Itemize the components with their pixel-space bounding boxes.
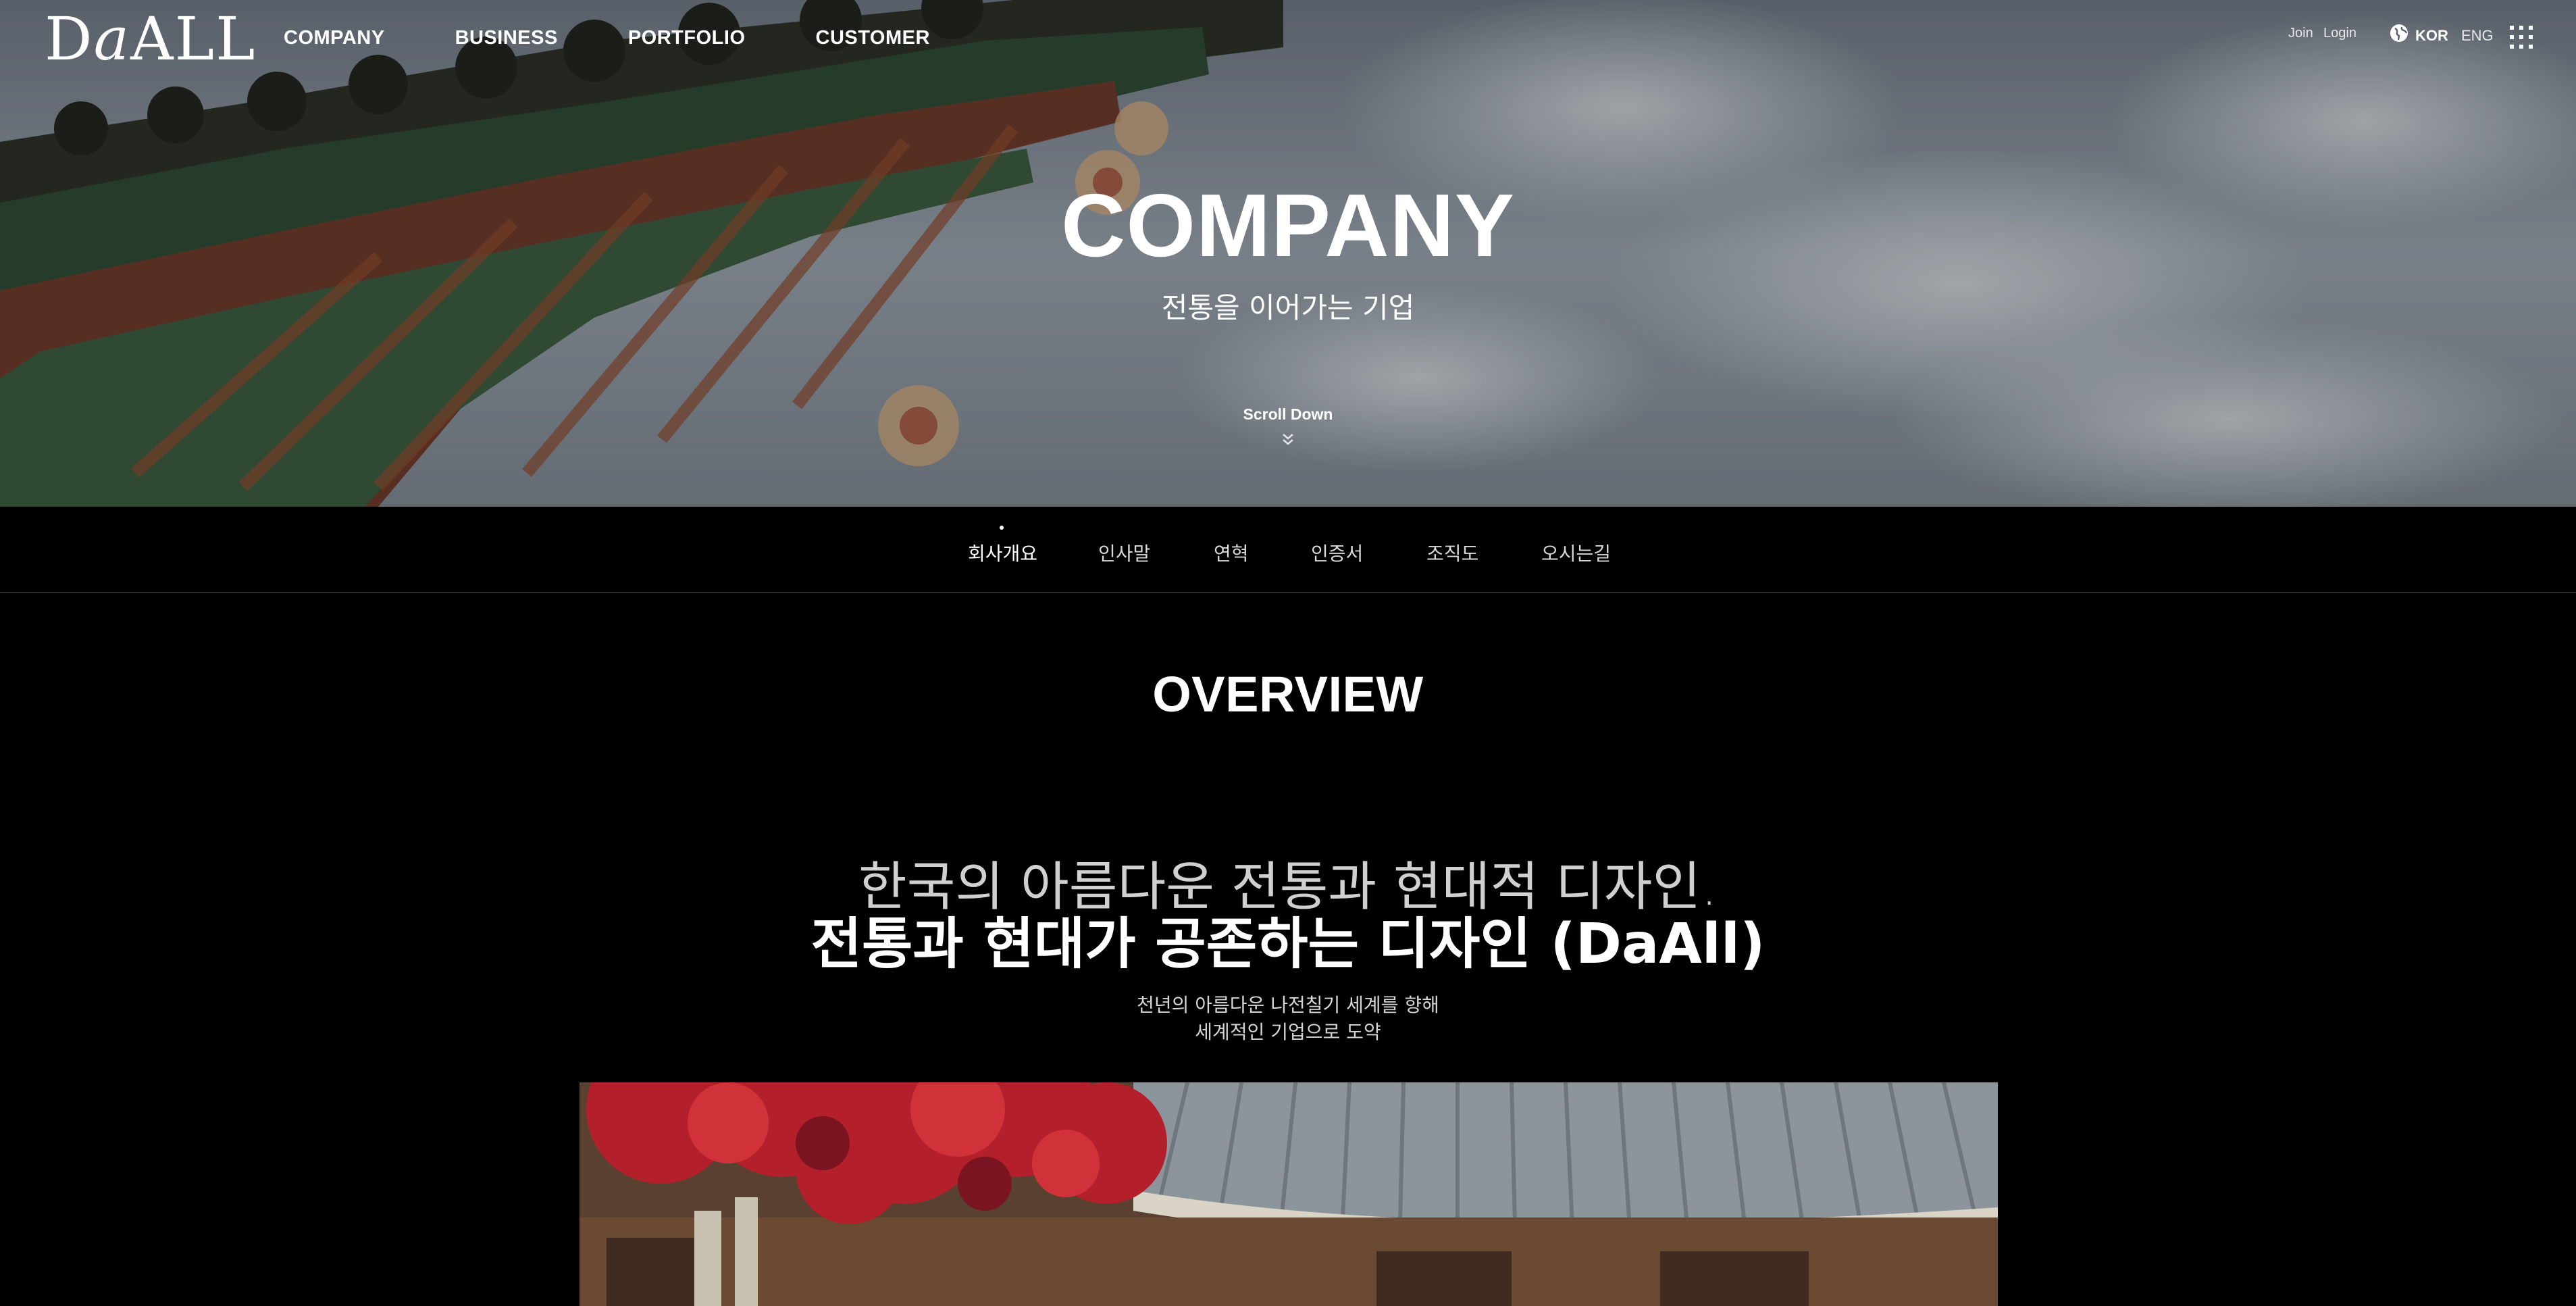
subnav-organization[interactable]: 조직도 bbox=[1426, 539, 1478, 566]
main-nav: COMPANY BUSINESS PORTFOLIO CUSTOMER bbox=[284, 27, 930, 49]
nav-business[interactable]: BUSINESS bbox=[455, 27, 558, 49]
utility-bar: Join Login KOR ENG bbox=[2238, 24, 2576, 53]
hero-subtitle: 전통을 이어가는 기업 bbox=[1161, 291, 1415, 324]
lang-kor[interactable]: KOR bbox=[2415, 27, 2448, 45]
subnav-greeting[interactable]: 인사말 bbox=[1098, 539, 1150, 566]
logo-letter-d: D bbox=[45, 4, 94, 74]
subnav-location[interactable]: 오시는길 bbox=[1541, 539, 1611, 566]
subnav-list: 회사개요 인사말 연혁 인증서 조직도 오시는길 bbox=[0, 539, 2576, 566]
subnav-certificates[interactable]: 인증서 bbox=[1311, 539, 1363, 566]
chevron-double-down-icon[interactable] bbox=[1281, 432, 1295, 447]
scroll-down-label[interactable]: Scroll Down bbox=[0, 405, 2576, 424]
tagline-bold: 전통과 현대가 공존하는 디자인 (DaAll) bbox=[810, 912, 1766, 976]
subnav-history[interactable]: 연혁 bbox=[1214, 539, 1249, 566]
nav-company[interactable]: COMPANY bbox=[284, 27, 385, 49]
site-header: DaALL COMPANY BUSINESS PORTFOLIO CUSTOME… bbox=[0, 0, 2576, 81]
nav-portfolio[interactable]: PORTFOLIO bbox=[628, 27, 746, 49]
logo-letters-all: ALL bbox=[130, 4, 257, 74]
overview-title: OVERVIEW bbox=[1152, 666, 1424, 722]
active-indicator-dot bbox=[1000, 526, 1004, 530]
login-link[interactable]: Login bbox=[2323, 26, 2356, 41]
company-subnav: 회사개요 인사말 연혁 인증서 조직도 오시는길 bbox=[0, 507, 2576, 593]
join-link[interactable]: Join bbox=[2288, 26, 2313, 41]
description-line-1: 천년의 아름다운 나전칠기 세계를 향해 bbox=[1137, 994, 1439, 1016]
subnav-overview[interactable]: 회사개요 bbox=[968, 539, 1037, 566]
logo-letter-a: a bbox=[93, 4, 131, 74]
grid-menu-icon[interactable] bbox=[2508, 24, 2534, 50]
hanok-photo bbox=[579, 1082, 1998, 1306]
hanok-image bbox=[579, 1082, 1998, 1306]
description-line-2: 세계적인 기업으로 도약 bbox=[1195, 1021, 1381, 1043]
hero-title: COMPANY bbox=[1061, 176, 1515, 275]
nav-customer[interactable]: CUSTOMER bbox=[816, 27, 930, 49]
lang-eng[interactable]: ENG bbox=[2461, 27, 2494, 45]
hero-banner: DaALL COMPANY BUSINESS PORTFOLIO CUSTOME… bbox=[0, 0, 2576, 507]
globe-icon bbox=[2390, 24, 2408, 42]
site-logo[interactable]: DaALL bbox=[45, 9, 256, 69]
